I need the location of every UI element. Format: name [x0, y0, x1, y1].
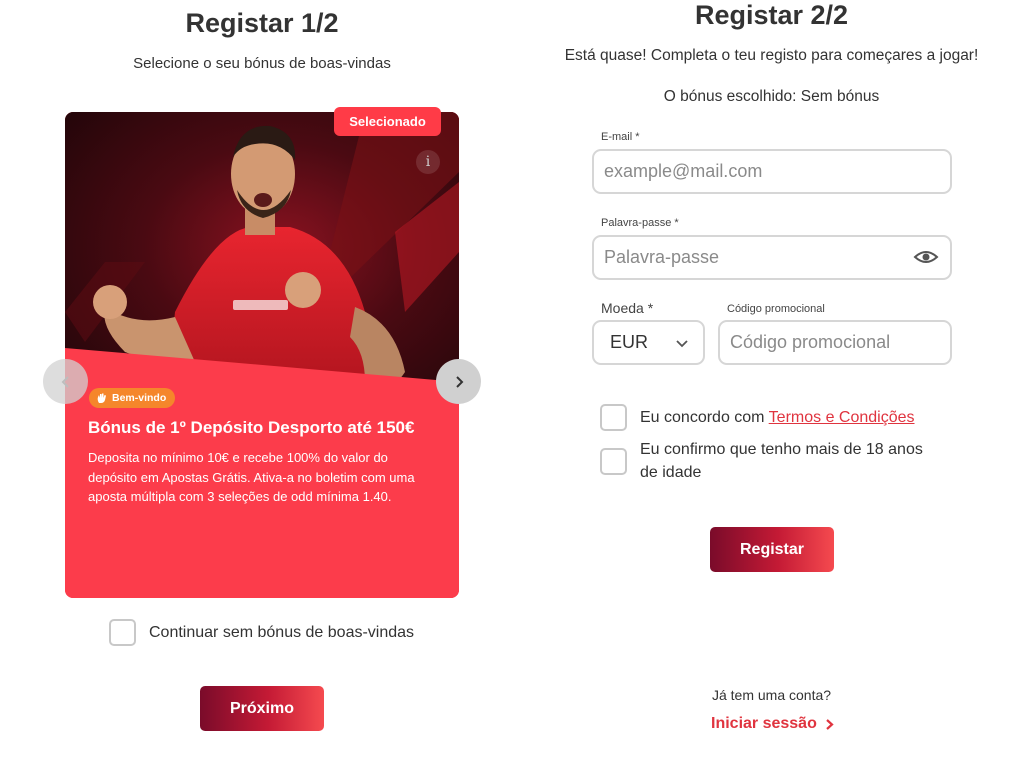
chevron-down-icon: [676, 339, 688, 347]
login-link[interactable]: Iniciar sessão: [711, 715, 834, 733]
bonus-title: Bónus de 1º Depósito Desporto até 150€: [88, 418, 415, 437]
terms-prefix: Eu concordo com: [640, 409, 769, 426]
carousel-next-button[interactable]: [436, 359, 481, 404]
selected-badge: Selecionado: [334, 107, 441, 136]
terms-label: Eu concordo com Termos e Condições: [640, 406, 915, 429]
carousel-prev-button[interactable]: [43, 359, 88, 404]
bonus-card[interactable]: [65, 112, 459, 598]
currency-select[interactable]: EUR: [592, 320, 705, 365]
email-label: E-mail *: [601, 131, 640, 143]
password-field[interactable]: [592, 235, 952, 280]
chevron-right-icon: [826, 718, 834, 730]
currency-value: EUR: [610, 332, 649, 352]
no-bonus-option[interactable]: Continuar sem bónus de boas-vindas: [109, 619, 414, 646]
age-checkbox[interactable]: [600, 448, 627, 475]
age-option[interactable]: Eu confirmo que tenho mais de 18 anos de…: [600, 438, 940, 484]
terms-link[interactable]: Termos e Condições: [769, 409, 915, 426]
chevron-right-icon: [455, 375, 463, 388]
next-button[interactable]: Próximo: [200, 686, 324, 731]
currency-label: Moeda *: [601, 300, 654, 316]
hand-wave-icon: [97, 393, 106, 403]
terms-option[interactable]: Eu concordo com Termos e Condições: [600, 404, 915, 431]
welcome-badge-label: Bem-vindo: [112, 392, 167, 404]
step2-title: Registar 2/2: [694, 0, 849, 30]
eye-icon[interactable]: [913, 247, 939, 267]
email-field[interactable]: [592, 149, 952, 194]
chosen-bonus-text: O bónus escolhido: Sem bónus: [663, 88, 880, 105]
chevron-left-icon: [61, 375, 69, 388]
no-bonus-label: Continuar sem bónus de boas-vindas: [149, 623, 415, 641]
promo-code-field[interactable]: [718, 320, 952, 365]
no-bonus-checkbox[interactable]: [109, 619, 136, 646]
register-button[interactable]: Registar: [710, 527, 834, 572]
promo-label: Código promocional: [727, 303, 825, 315]
terms-checkbox[interactable]: [600, 404, 627, 431]
step1-subtitle: Selecione o seu bónus de boas-vindas: [133, 55, 391, 72]
bonus-description: Deposita no mínimo 10€ e recebe 100% do …: [88, 450, 415, 504]
info-icon[interactable]: i: [416, 150, 440, 174]
age-label: Eu confirmo que tenho mais de 18 anos de…: [640, 441, 923, 481]
have-account-text: Já tem uma conta?: [711, 687, 832, 703]
welcome-badge: Bem-vindo: [89, 388, 176, 408]
step2-subtitle: Está quase! Completa o teu registo para …: [564, 47, 979, 64]
step1-title: Registar 1/2: [185, 8, 339, 38]
login-link-label: Iniciar sessão: [711, 715, 817, 732]
password-label: Palavra-passe *: [601, 217, 679, 229]
